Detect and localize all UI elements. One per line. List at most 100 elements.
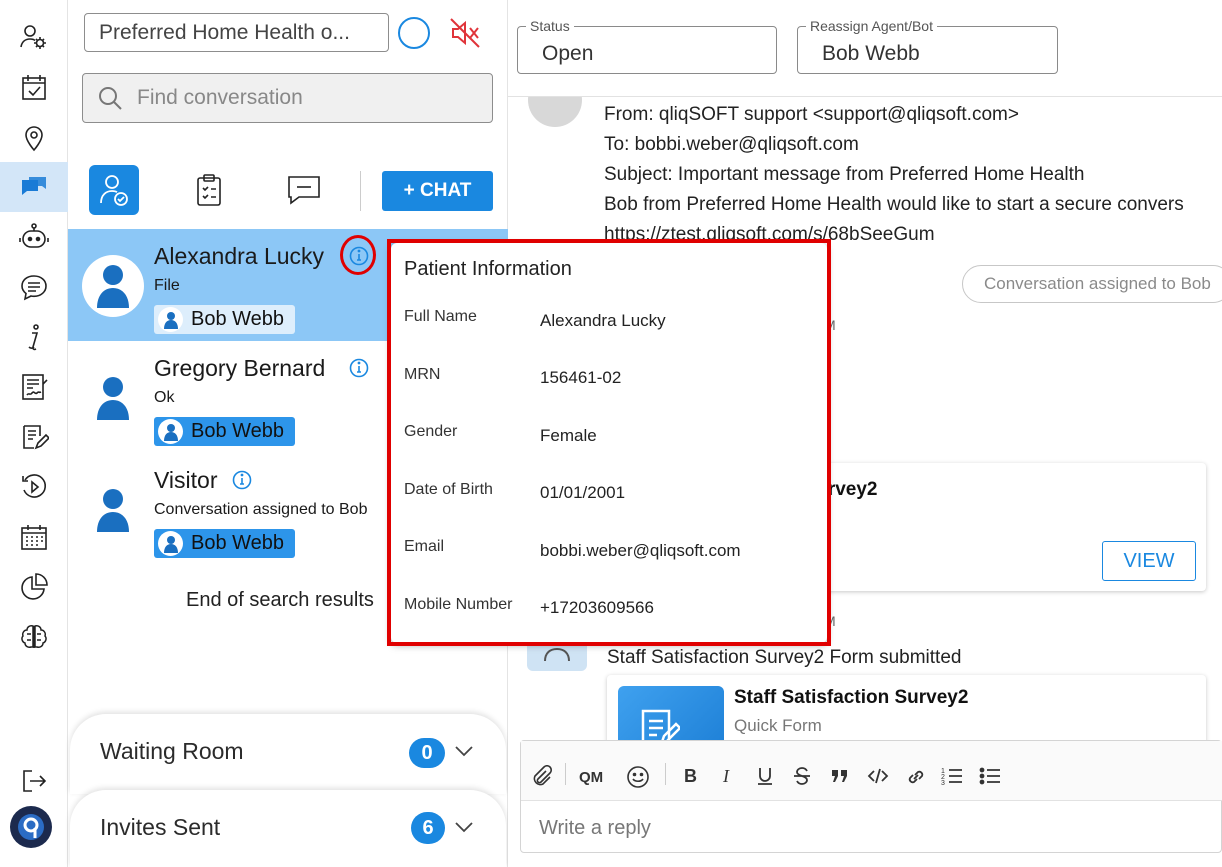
sound-muted-icon[interactable] (448, 16, 482, 50)
conversation-snippet: Conversation assigned to Bob (154, 501, 368, 518)
user-icon (97, 265, 129, 308)
form-icon (641, 709, 680, 740)
app-logo[interactable] (10, 806, 52, 848)
info-icon[interactable] (232, 470, 252, 490)
info-icon[interactable] (349, 358, 369, 378)
view-button[interactable]: VIEW (1102, 541, 1196, 581)
organization-select-value: Preferred Home Health o... (99, 20, 350, 44)
chevron-down-icon (455, 746, 473, 757)
chat-lines-icon[interactable] (0, 262, 68, 312)
quote-icon[interactable] (830, 766, 850, 786)
agent-avatar-icon (158, 419, 183, 444)
search-placeholder: Find conversation (137, 86, 303, 109)
emoji-icon[interactable] (626, 765, 650, 789)
info-icon[interactable] (349, 246, 369, 266)
email-to: To: bobbi.weber@qliqsoft.com (604, 134, 859, 155)
user-icon (97, 489, 129, 532)
svg-text:B: B (684, 766, 697, 786)
chevron-down-icon (455, 822, 473, 833)
invites-sent-label: Invites Sent (100, 814, 221, 840)
reassign-label: Reassign Agent/Bot (806, 18, 937, 34)
strikethrough-icon[interactable] (792, 766, 812, 786)
chat-bubbles-icon[interactable] (0, 162, 68, 212)
invites-sent-count: 6 (411, 812, 445, 844)
waiting-room-drawer[interactable]: Waiting Room 0 (70, 714, 506, 794)
agent-badge: Bob Webb (154, 529, 295, 558)
agent-avatar-icon (158, 531, 183, 556)
form-card-title: Staff Satisfaction Survey2 (734, 687, 969, 708)
conversation-name: Gregory Bernard (154, 355, 326, 381)
form-card-subtitle: Quick Form (734, 716, 822, 735)
invites-sent-drawer[interactable]: Invites Sent 6 (70, 790, 506, 867)
svg-text:3: 3 (941, 780, 945, 786)
avatar (82, 367, 144, 429)
status-indicator-icon[interactable] (398, 17, 430, 49)
reassign-select[interactable]: Reassign Agent/Bot Bob Webb (797, 18, 1058, 74)
toolbar-divider (665, 763, 666, 785)
attachment-icon[interactable] (531, 765, 553, 787)
pie-chart-icon[interactable] (0, 562, 68, 612)
underline-icon[interactable] (755, 766, 775, 786)
ordered-list-icon[interactable]: 123 (941, 766, 963, 786)
new-chat-button[interactable]: + CHAT (382, 171, 493, 211)
status-value: Open (542, 42, 594, 65)
edit-list-icon[interactable] (0, 412, 68, 462)
logout-icon[interactable] (0, 756, 68, 806)
reply-input[interactable]: Write a reply (539, 817, 651, 840)
form-card[interactable]: Staff Satisfaction Survey2 Quick Form (607, 675, 1206, 740)
svg-text:I: I (722, 766, 730, 786)
code-icon[interactable] (867, 766, 889, 786)
agent-name: Bob Webb (191, 532, 285, 554)
conversation-snippet: Ok (154, 389, 175, 406)
conversation-snippet: File (154, 277, 180, 294)
tab-tasks[interactable] (184, 165, 234, 215)
agent-name: Bob Webb (191, 420, 285, 442)
user-settings-icon[interactable] (0, 12, 68, 62)
highlight-box (387, 239, 831, 646)
message-icon (288, 176, 320, 205)
user-check-icon (100, 175, 128, 206)
bot-icon[interactable] (0, 212, 68, 262)
organization-select[interactable]: Preferred Home Health o... (84, 13, 389, 52)
reassign-value: Bob Webb (822, 42, 920, 65)
agent-name: Bob Webb (191, 308, 285, 330)
email-body: Bob from Preferred Home Health would lik… (604, 194, 1184, 215)
waiting-room-label: Waiting Room (100, 738, 244, 764)
email-subject: Subject: Important message from Preferre… (604, 164, 1085, 185)
end-of-results: End of search results (186, 589, 374, 611)
document-sign-icon[interactable] (0, 362, 68, 412)
bullet-list-icon[interactable] (979, 766, 1001, 786)
italic-icon[interactable]: I (718, 766, 738, 786)
left-nav-rail (0, 0, 68, 867)
conversation-name: Visitor (154, 467, 218, 493)
clipboard-icon (197, 174, 221, 206)
search-icon (99, 87, 122, 110)
location-pin-icon[interactable] (0, 112, 68, 162)
agent-badge: Bob Webb (154, 417, 295, 446)
conversation-name: Alexandra Lucky (154, 243, 325, 269)
calendar-grid-icon[interactable] (0, 512, 68, 562)
divider (360, 171, 361, 211)
history-icon[interactable] (0, 462, 68, 512)
form-thumbnail (618, 686, 724, 740)
tab-my-conversations[interactable] (89, 165, 139, 215)
avatar (82, 479, 144, 541)
toolbar-divider (565, 763, 566, 785)
agent-badge: Bob Webb (154, 305, 295, 334)
form-submitted-text: Staff Satisfaction Survey2 Form submitte… (607, 647, 962, 668)
quick-message-button[interactable]: QM (579, 769, 603, 786)
tab-messages[interactable] (279, 165, 329, 215)
avatar (82, 255, 144, 317)
status-select[interactable]: Status Open (517, 18, 777, 74)
calendar-check-icon[interactable] (0, 62, 68, 112)
email-from: From: qliqSOFT support <support@qliqsoft… (604, 104, 1019, 125)
sender-avatar (528, 97, 582, 127)
brain-icon[interactable] (0, 612, 68, 662)
link-icon[interactable] (905, 766, 927, 788)
bold-icon[interactable]: B (681, 766, 701, 786)
info-script-icon[interactable] (0, 312, 68, 362)
status-label: Status (526, 18, 574, 34)
reply-composer: QM B I 123 Write a reply (520, 740, 1222, 853)
user-icon (97, 377, 129, 420)
search-input[interactable]: Find conversation (82, 73, 493, 123)
